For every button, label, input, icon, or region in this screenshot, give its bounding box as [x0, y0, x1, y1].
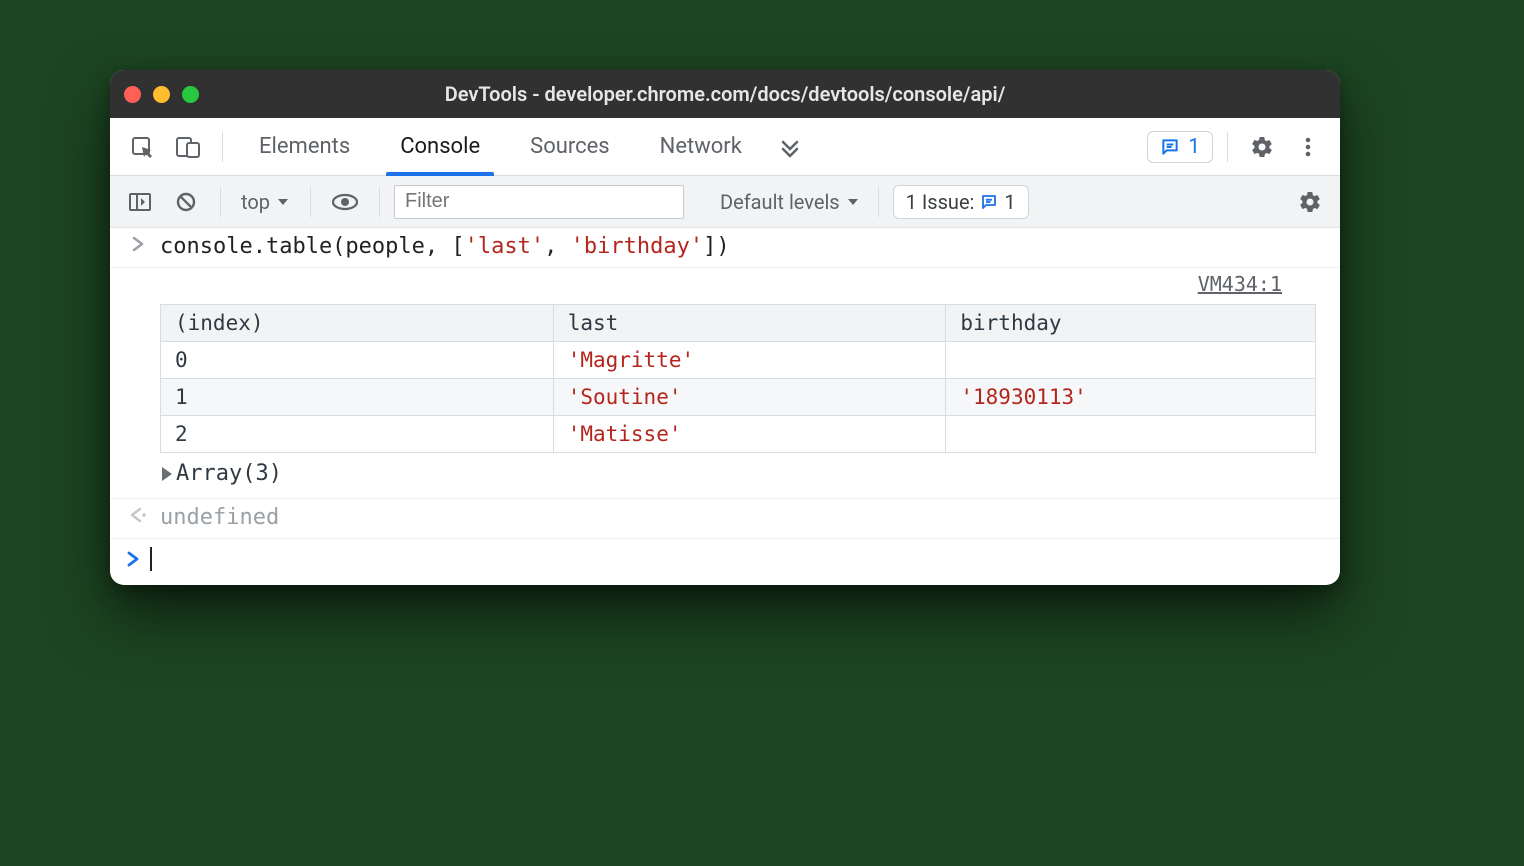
issues-badge[interactable]: 1 — [1147, 131, 1213, 163]
issues-count: 1 — [1188, 135, 1200, 159]
issues-pill[interactable]: 1 Issue: 1 — [893, 185, 1029, 219]
input-chevron-icon — [126, 234, 150, 252]
cell-index: 1 — [161, 379, 554, 416]
separator — [379, 187, 380, 217]
console-table: (index) last birthday 0 'Magritte' 1 — [160, 304, 1316, 453]
code-text: 'birthday' — [571, 234, 703, 259]
tab-sources[interactable]: Sources — [508, 118, 632, 176]
code-text: console.table(people, [ — [160, 234, 465, 259]
zoom-window-button[interactable] — [182, 86, 199, 103]
close-window-button[interactable] — [124, 86, 141, 103]
cell-last: 'Matisse' — [553, 416, 946, 453]
console-toolbar: top Default levels 1 Issue: 1 — [110, 176, 1340, 228]
issues-label: 1 Issue: — [906, 190, 975, 214]
console-return-row: undefined — [110, 499, 1340, 539]
tab-elements[interactable]: Elements — [237, 118, 372, 176]
inspect-element-icon[interactable] — [122, 127, 162, 167]
clear-console-icon[interactable] — [166, 182, 206, 222]
console-input-row: console.table(people, ['last', 'birthday… — [110, 228, 1340, 268]
prompt-chevron-icon — [126, 551, 140, 567]
table-header-index[interactable]: (index) — [161, 305, 554, 342]
issues-pill-count: 1 — [1004, 190, 1015, 214]
log-levels-label: Default levels — [720, 190, 840, 214]
minimize-window-button[interactable] — [153, 86, 170, 103]
expand-triangle-icon — [162, 467, 172, 481]
separator — [310, 187, 311, 217]
array-expand-row[interactable]: Array(3) — [160, 453, 1316, 488]
device-toolbar-icon[interactable] — [168, 127, 208, 167]
code-text: , — [544, 234, 571, 259]
output-chevron-icon — [126, 505, 150, 523]
console-input-code[interactable]: console.table(people, ['last', 'birthday… — [160, 234, 1328, 259]
table-row[interactable]: 2 'Matisse' — [161, 416, 1316, 453]
cell-birthday — [946, 342, 1316, 379]
table-header-row: (index) last birthday — [161, 305, 1316, 342]
table-header-birthday[interactable]: birthday — [946, 305, 1316, 342]
devtools-tabstrip: Elements Console Sources Network 1 — [110, 118, 1340, 176]
table-header-last[interactable]: last — [553, 305, 946, 342]
tab-console[interactable]: Console — [378, 118, 502, 176]
console-settings-icon[interactable] — [1290, 182, 1330, 222]
context-selector[interactable]: top — [235, 188, 296, 216]
settings-icon[interactable] — [1242, 127, 1282, 167]
separator — [220, 187, 221, 217]
window-controls — [124, 86, 199, 103]
tab-network[interactable]: Network — [638, 118, 764, 176]
window-title: DevTools - developer.chrome.com/docs/dev… — [110, 82, 1340, 106]
filter-input[interactable] — [394, 185, 684, 219]
separator — [878, 187, 879, 217]
cell-index: 2 — [161, 416, 554, 453]
log-levels-selector[interactable]: Default levels — [716, 188, 864, 216]
code-text: ]) — [703, 234, 730, 259]
window-titlebar: DevTools - developer.chrome.com/docs/dev… — [110, 70, 1340, 118]
message-icon — [980, 193, 998, 211]
console-panel: console.table(people, ['last', 'birthday… — [110, 228, 1340, 585]
table-row[interactable]: 0 'Magritte' — [161, 342, 1316, 379]
source-link[interactable]: VM434:1 — [1198, 272, 1292, 296]
devtools-window: DevTools - developer.chrome.com/docs/dev… — [110, 70, 1340, 585]
cell-birthday — [946, 416, 1316, 453]
separator — [1227, 132, 1228, 162]
more-tabs-icon[interactable] — [770, 127, 810, 167]
text-cursor — [150, 547, 152, 571]
separator — [222, 132, 223, 162]
cell-index: 0 — [161, 342, 554, 379]
cell-last: 'Magritte' — [553, 342, 946, 379]
live-expression-icon[interactable] — [325, 182, 365, 222]
kebab-menu-icon[interactable] — [1288, 127, 1328, 167]
chevron-down-icon — [846, 195, 860, 209]
return-value: undefined — [160, 505, 1328, 530]
chevron-down-icon — [276, 195, 290, 209]
console-prompt-row[interactable] — [110, 539, 1340, 585]
array-summary: Array(3) — [176, 461, 282, 486]
context-label: top — [241, 190, 270, 214]
code-text: 'last' — [465, 234, 544, 259]
table-row[interactable]: 1 'Soutine' '18930113' — [161, 379, 1316, 416]
cell-birthday: '18930113' — [946, 379, 1316, 416]
cell-last: 'Soutine' — [553, 379, 946, 416]
console-output-block: VM434:1 (index) last birthday 0 'Magritt — [110, 268, 1340, 499]
toggle-sidebar-icon[interactable] — [120, 182, 160, 222]
